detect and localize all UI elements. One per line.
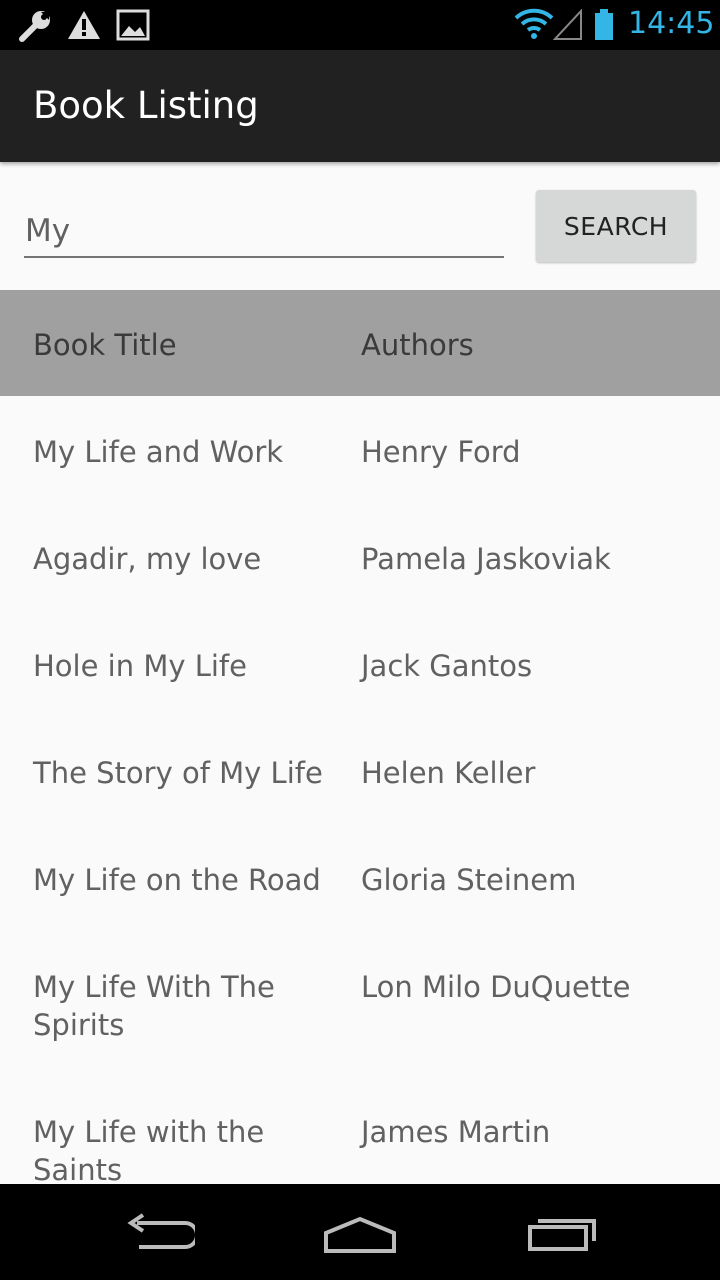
status-bar: 14:45 [0,0,720,50]
book-title: The Story of My Life [33,756,323,790]
recents-icon [528,1219,596,1251]
back-icon [127,1213,195,1249]
book-title: Agadir, my love [33,542,262,576]
app-title: Book Listing [33,84,259,127]
header-book-title: Book Title [33,328,177,362]
home-button[interactable] [320,1208,400,1258]
recents-button[interactable] [522,1208,602,1258]
book-authors: James Martin [361,1115,551,1149]
wifi-icon [514,8,554,39]
home-icon [324,1216,396,1253]
book-authors: Henry Ford [361,435,521,469]
book-authors: Jack Gantos [361,649,533,683]
header-authors: Authors [361,328,474,362]
book-title: Hole in My Life [33,649,247,683]
wrench-icon [19,11,50,42]
battery-icon [595,9,613,40]
signal-icon [553,9,582,40]
table-header: Book Title Authors [0,290,720,396]
image-icon [116,9,150,41]
search-button[interactable]: SEARCH [536,190,696,262]
navigation-bar [0,1184,720,1280]
book-title: My Life and Work [33,435,284,469]
book-title: My Life on the Road [33,863,321,897]
book-title: My Life with the Saints [33,1115,265,1184]
app-bar: Book Listing [0,50,720,162]
book-list[interactable]: My Life and Work Henry Ford Agadir, my l… [0,396,720,1184]
back-button[interactable] [120,1208,200,1258]
book-title: My Life With The Spirits [33,970,275,1042]
book-authors: Gloria Steinem [361,863,577,897]
book-authors: Helen Keller [361,756,536,790]
warning-icon [68,11,100,39]
search-input[interactable] [24,204,504,258]
book-authors: Pamela Jaskoviak [361,542,611,576]
book-authors: Lon Milo DuQuette [361,970,631,1004]
status-time: 14:45 [628,6,715,41]
